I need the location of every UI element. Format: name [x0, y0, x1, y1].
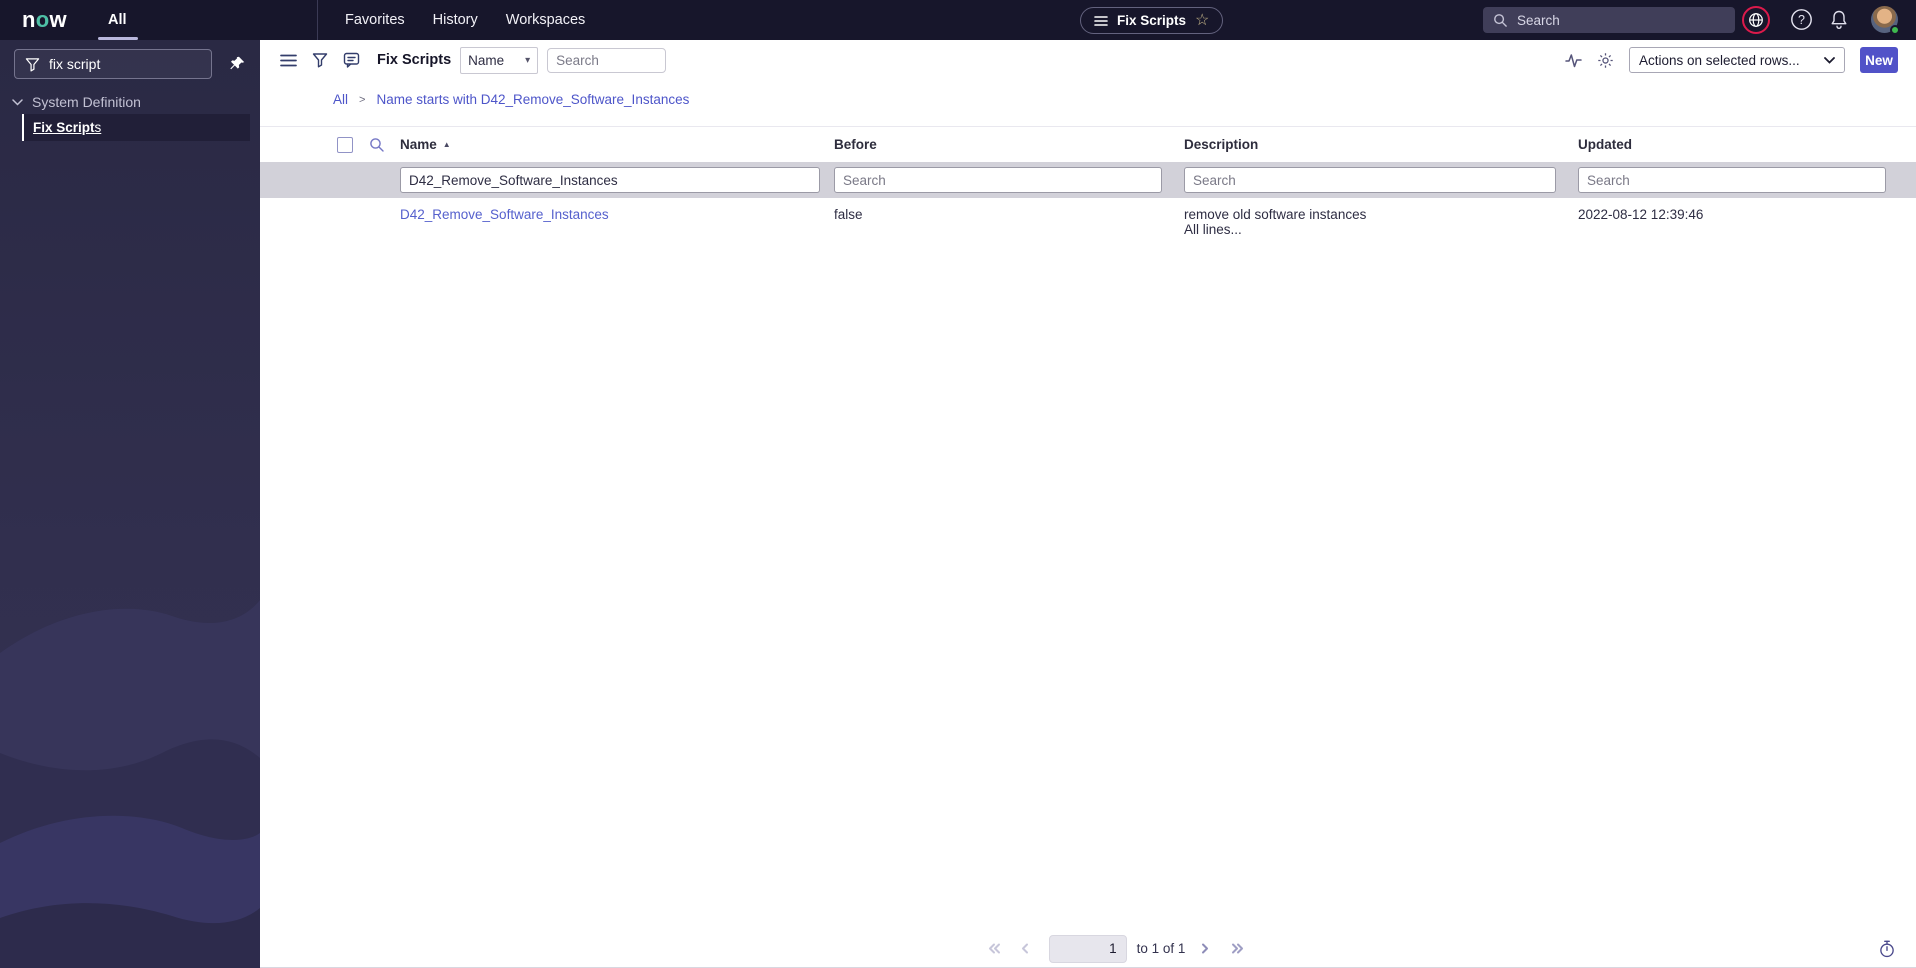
- sidebar-section-system-definition[interactable]: System Definition: [12, 94, 141, 110]
- breadcrumb-filter-link[interactable]: Name starts with D42_Remove_Software_Ins…: [376, 92, 689, 107]
- sidebar-wave-decoration: [0, 600, 260, 968]
- actions-select[interactable]: Actions on selected rows...: [1629, 47, 1845, 73]
- column-header-description[interactable]: Description: [1168, 137, 1562, 152]
- pin-sidebar-icon[interactable]: [229, 55, 246, 72]
- next-page-icon[interactable]: [1201, 943, 1209, 954]
- list-search-input[interactable]: [547, 47, 667, 73]
- notifications-bell-button[interactable]: [1829, 9, 1849, 30]
- table-filter-row: [260, 162, 1916, 198]
- new-button[interactable]: New: [1860, 47, 1898, 73]
- column-header-name[interactable]: Name ▲: [394, 137, 818, 152]
- tab-active-underline: [98, 37, 138, 40]
- previous-page-icon[interactable]: [1021, 943, 1029, 954]
- chevron-down-icon: [1824, 56, 1835, 64]
- list-controls-menu-icon[interactable]: [280, 54, 297, 67]
- record-link[interactable]: D42_Remove_Software_Instances: [400, 207, 609, 222]
- now-logo[interactable]: now: [22, 0, 67, 40]
- sidebar-filter-input[interactable]: fix script: [14, 49, 212, 79]
- description-line-1: remove old software instances: [1184, 207, 1367, 222]
- list-footer: to 1 of 1: [260, 930, 1916, 968]
- breadcrumb-separator: >: [359, 93, 366, 106]
- search-field-value: Name: [468, 52, 505, 68]
- header-nav: Favorites History Workspaces: [345, 0, 585, 40]
- context-pill-label: Fix Scripts: [1117, 13, 1187, 28]
- actions-select-value: Actions on selected rows...: [1639, 52, 1800, 68]
- search-icon: [1493, 13, 1508, 28]
- filter-icon[interactable]: [312, 52, 328, 68]
- column-header-before[interactable]: Before: [818, 137, 1168, 152]
- fix-scripts-table: Name ▲ Before Description Updated D42_Re…: [260, 126, 1916, 244]
- logo-o-accent: o: [35, 7, 50, 32]
- column-header-updated[interactable]: Updated: [1562, 137, 1916, 152]
- help-button[interactable]: ?: [1789, 7, 1814, 32]
- first-page-icon[interactable]: [987, 943, 1001, 954]
- response-time-icon[interactable]: [1878, 940, 1896, 958]
- chevron-down-icon: [12, 98, 23, 106]
- global-search-box[interactable]: Search: [1483, 7, 1735, 33]
- filter-input-before[interactable]: [834, 167, 1162, 193]
- avatar[interactable]: [1871, 6, 1900, 35]
- filter-input-name[interactable]: [400, 167, 820, 193]
- global-search-placeholder: Search: [1517, 12, 1560, 28]
- favorite-star-icon[interactable]: ☆: [1195, 12, 1209, 29]
- search-field-select[interactable]: Name ▾: [460, 46, 539, 74]
- globe-alert-button[interactable]: [1742, 6, 1770, 34]
- page-number-input[interactable]: [1048, 934, 1127, 963]
- sidebar-section-label: System Definition: [32, 94, 141, 110]
- chat-annotation-icon[interactable]: [343, 52, 360, 68]
- caret-down-icon: ▾: [525, 54, 531, 66]
- nav-item-history[interactable]: History: [433, 12, 478, 28]
- funnel-icon: [25, 57, 40, 72]
- cell-description: remove old software instances All lines.…: [1168, 207, 1562, 237]
- column-search-toggle-icon[interactable]: [369, 137, 385, 153]
- top-header: now All Favorites History Workspaces Fix…: [0, 0, 1916, 40]
- list-menu-icon: [1094, 15, 1108, 27]
- sidebar: fix script System Definition Fix Scripts: [0, 40, 260, 968]
- filter-input-updated[interactable]: [1578, 167, 1886, 193]
- table-row: D42_Remove_Software_Instances false remo…: [260, 198, 1916, 244]
- main-content: Fix Scripts Name ▾ Actions on selected r…: [260, 40, 1916, 968]
- select-all-checkbox[interactable]: [337, 136, 353, 153]
- list-toolbar: Fix Scripts Name ▾ Actions on selected r…: [260, 40, 1916, 80]
- table-header-row: Name ▲ Before Description Updated: [260, 126, 1916, 162]
- tab-all-menu[interactable]: All: [96, 0, 139, 40]
- gear-icon[interactable]: [1597, 52, 1614, 69]
- sort-asc-icon: ▲: [442, 140, 451, 149]
- presence-dot: [1890, 25, 1900, 35]
- list-title: Fix Scripts: [377, 52, 452, 68]
- cell-updated: 2022-08-12 12:39:46: [1578, 207, 1704, 222]
- pulse-activity-icon[interactable]: [1565, 53, 1582, 68]
- breadcrumb: All > Name starts with D42_Remove_Softwa…: [333, 92, 689, 107]
- last-page-icon[interactable]: [1231, 943, 1245, 954]
- sidebar-filter-value: fix script: [49, 56, 101, 72]
- cell-before: false: [834, 207, 863, 222]
- context-pill-fix-scripts[interactable]: Fix Scripts ☆: [1080, 7, 1224, 34]
- page-range-label: to 1 of 1: [1136, 941, 1186, 956]
- globe-icon: [1748, 12, 1764, 28]
- filter-input-description[interactable]: [1184, 167, 1556, 193]
- nav-item-favorites[interactable]: Favorites: [345, 12, 405, 28]
- header-divider: [317, 0, 318, 40]
- description-line-2: All lines...: [1184, 222, 1242, 237]
- nav-item-workspaces[interactable]: Workspaces: [506, 12, 586, 28]
- sidebar-item-label: Fix Scripts: [33, 120, 102, 135]
- sidebar-item-fix-scripts[interactable]: Fix Scripts: [22, 114, 250, 141]
- question-glyph: ?: [1798, 13, 1805, 27]
- breadcrumb-all-link[interactable]: All: [333, 92, 348, 107]
